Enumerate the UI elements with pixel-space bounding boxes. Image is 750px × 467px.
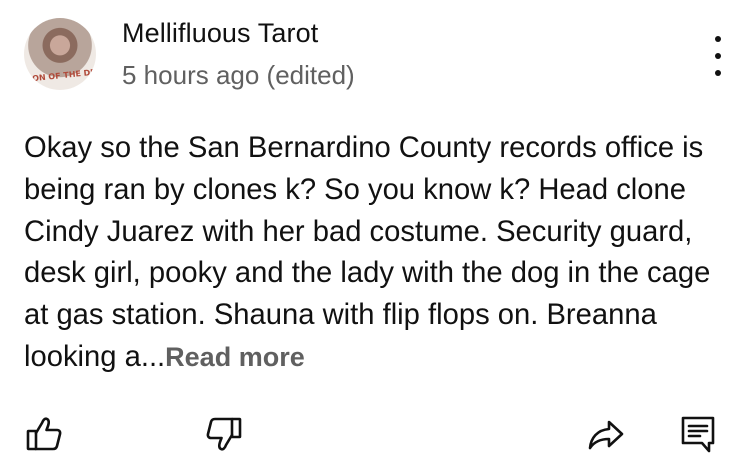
read-more-link[interactable]: Read more bbox=[165, 342, 305, 372]
more-vert-icon[interactable] bbox=[706, 36, 730, 76]
like-button[interactable] bbox=[20, 410, 68, 458]
timestamp: 5 hours ago (edited) bbox=[122, 60, 355, 90]
dislike-button[interactable] bbox=[200, 410, 248, 458]
thumbs-down-icon bbox=[206, 417, 242, 451]
share-icon bbox=[588, 420, 624, 450]
reply-button[interactable] bbox=[674, 410, 722, 458]
share-button[interactable] bbox=[582, 410, 630, 458]
author-name[interactable]: Mellifluous Tarot bbox=[122, 18, 318, 49]
thumbs-up-icon bbox=[26, 417, 62, 451]
comment-body: Okay so the San Bernardino County record… bbox=[24, 132, 711, 373]
comment-ellipsis: ... bbox=[140, 340, 166, 373]
avatar[interactable]: ON OF THE DESER bbox=[24, 18, 96, 90]
reply-icon bbox=[681, 416, 715, 453]
avatar-shirt-text: ON OF THE DESER bbox=[31, 65, 96, 84]
comment-text: Okay so the San Bernardino County record… bbox=[24, 128, 730, 379]
